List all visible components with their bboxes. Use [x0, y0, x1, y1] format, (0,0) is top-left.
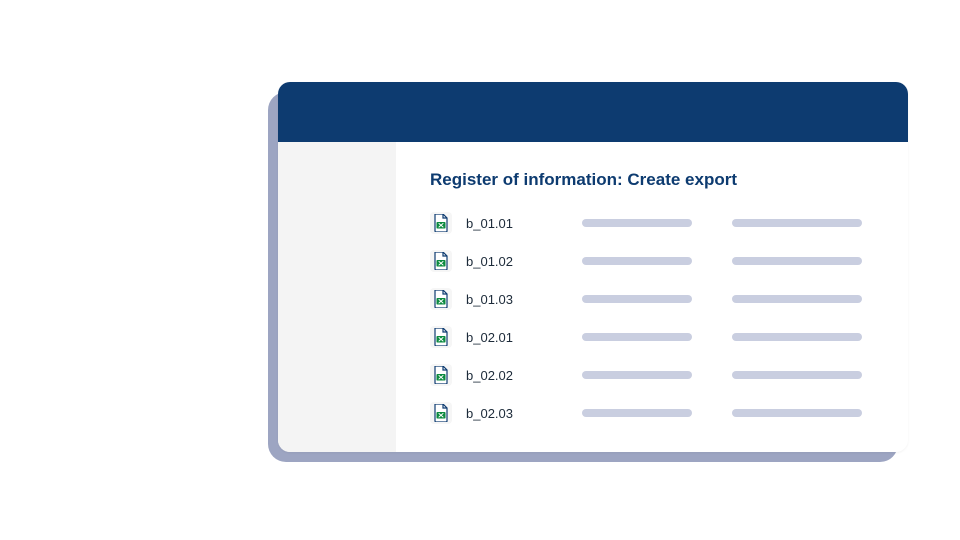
file-name: b_02.03 [466, 406, 574, 421]
placeholder-columns [582, 409, 862, 417]
file-row[interactable]: b_01.01 [430, 212, 874, 234]
placeholder-bar [732, 371, 862, 379]
excel-file-icon [430, 326, 452, 348]
placeholder-bar [732, 295, 862, 303]
excel-file-icon [430, 364, 452, 386]
placeholder-bar [582, 295, 692, 303]
placeholder-columns [582, 219, 862, 227]
file-name: b_01.03 [466, 292, 574, 307]
excel-file-icon [430, 288, 452, 310]
file-name: b_01.01 [466, 216, 574, 231]
file-row[interactable]: b_01.03 [430, 288, 874, 310]
file-name: b_02.01 [466, 330, 574, 345]
excel-file-icon [430, 212, 452, 234]
file-row[interactable]: b_02.03 [430, 402, 874, 424]
placeholder-bar [582, 219, 692, 227]
file-row[interactable]: b_01.02 [430, 250, 874, 272]
placeholder-columns [582, 257, 862, 265]
file-row[interactable]: b_02.02 [430, 364, 874, 386]
window-header-bar [278, 82, 908, 142]
placeholder-bar [732, 333, 862, 341]
file-row[interactable]: b_02.01 [430, 326, 874, 348]
placeholder-bar [582, 257, 692, 265]
window-card: Register of information: Create export b… [278, 82, 908, 452]
file-name: b_01.02 [466, 254, 574, 269]
placeholder-bar [732, 219, 862, 227]
main-content: Register of information: Create export b… [396, 142, 908, 452]
placeholder-bar [582, 409, 692, 417]
sidebar-panel [278, 142, 396, 452]
placeholder-bar [582, 371, 692, 379]
placeholder-columns [582, 295, 862, 303]
placeholder-bar [582, 333, 692, 341]
excel-file-icon [430, 402, 452, 424]
placeholder-columns [582, 333, 862, 341]
file-name: b_02.02 [466, 368, 574, 383]
placeholder-bar [732, 409, 862, 417]
file-list: b_01.01 [430, 212, 874, 424]
placeholder-columns [582, 371, 862, 379]
excel-file-icon [430, 250, 452, 272]
placeholder-bar [732, 257, 862, 265]
page-title: Register of information: Create export [430, 170, 874, 190]
